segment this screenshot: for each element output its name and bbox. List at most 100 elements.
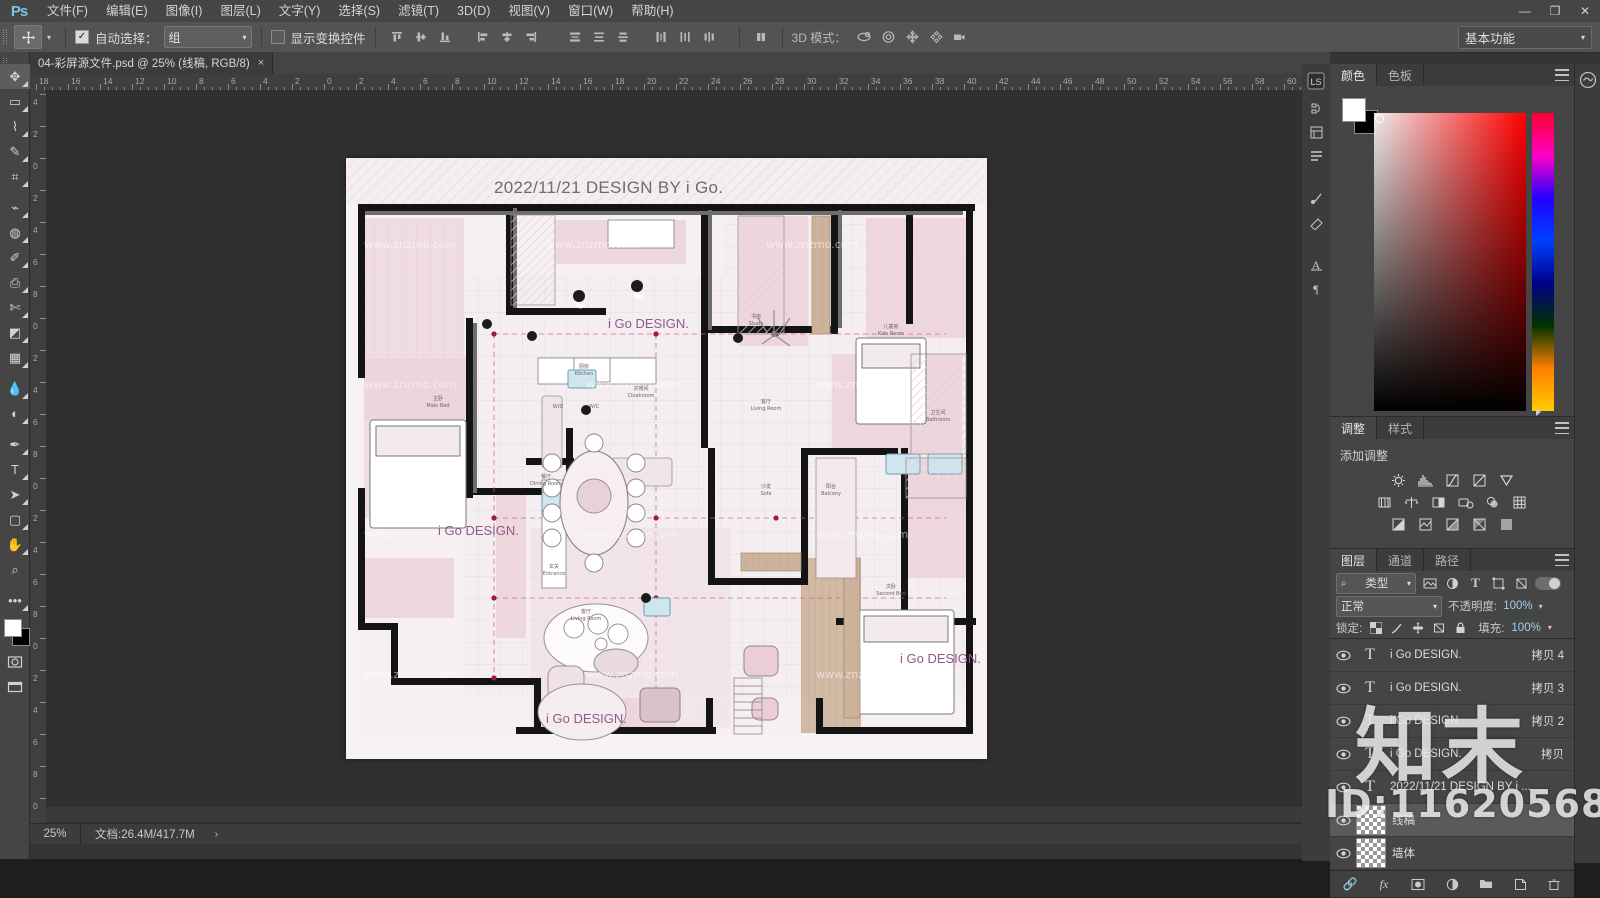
layer-row[interactable]: T 2022/11/21 DESIGN BY i ... [1330,771,1574,804]
document-canvas[interactable]: www.znzmo.com www.znzmo.com www.znzmo.co… [346,158,987,759]
layer-thumbnail[interactable]: T [1356,773,1384,801]
exposure-icon[interactable] [1470,472,1488,488]
menu-item-4[interactable]: 文字(Y) [270,0,330,22]
color-field-marker[interactable] [1375,114,1384,123]
hand-tool-icon[interactable]: ✋ [0,532,30,557]
menu-item-10[interactable]: 帮助(H) [622,0,682,22]
horizontal-type-tool-icon[interactable]: T [0,457,30,482]
history-brush-tool-icon[interactable]: ✄ [0,295,30,320]
color-panel-foreground-swatch[interactable] [1342,98,1366,122]
move-tool-icon[interactable] [14,25,42,49]
align-top-edges-icon[interactable] [386,26,408,48]
color-field[interactable] [1374,113,1526,411]
layer-name[interactable]: i Go DESIGN. [1390,649,1531,661]
new-group-icon[interactable] [1477,875,1495,893]
channel-mixer-icon[interactable] [1484,494,1502,510]
layer-visibility-icon[interactable] [1330,771,1356,803]
posterize-icon[interactable] [1416,516,1434,532]
levels-icon[interactable] [1416,472,1434,488]
tab-color[interactable]: 颜色 [1330,64,1378,86]
show-transform-checkbox[interactable]: ✓ [270,30,285,44]
layer-thumbnail[interactable]: T [1356,740,1384,768]
screen-mode-icon[interactable] [0,674,30,699]
menu-item-5[interactable]: 选择(S) [329,0,389,22]
character-icon[interactable]: A [1303,252,1329,276]
paragraph-icon[interactable]: ¶ [1303,276,1329,300]
color-swatches[interactable] [0,617,30,649]
dodge-tool-icon[interactable]: ◐ [0,401,30,426]
brush-settings-icon[interactable] [1303,186,1329,210]
layer-thumbnail[interactable]: T [1356,641,1384,669]
tab-paths[interactable]: 路径 [1424,549,1472,571]
menu-item-0[interactable]: 文件(F) [38,0,97,22]
info-icon[interactable] [1303,144,1329,168]
menu-item-1[interactable]: 编辑(E) [97,0,157,22]
layer-name[interactable]: 线稿 [1392,812,1564,828]
layer-visibility-icon[interactable] [1330,804,1356,836]
distribute-bottom-edges-icon[interactable] [612,26,634,48]
tab-layers[interactable]: 图层 [1330,549,1378,571]
tab-adjustments[interactable]: 调整 [1330,417,1378,439]
layer-visibility-icon[interactable] [1330,738,1356,770]
roll-3d-icon[interactable] [877,26,899,48]
foreground-color-swatch[interactable] [4,619,22,637]
maximize-button[interactable]: ❐ [1540,0,1570,22]
distribute-right-edges-icon[interactable] [698,26,720,48]
selective-color-icon[interactable] [1497,516,1515,532]
layer-thumbnail[interactable] [1356,805,1386,835]
tab-channels[interactable]: 通道 [1377,549,1425,571]
blend-mode-select[interactable]: 正常 ▾ [1336,595,1442,617]
color-lookup-icon[interactable] [1511,494,1529,510]
close-icon[interactable]: × [258,57,264,69]
layer-row[interactable]: Ti Go DESIGN. 拷贝 2 [1330,705,1574,738]
layer-visibility-icon[interactable] [1330,672,1356,704]
slide-3d-icon[interactable] [925,26,947,48]
menu-item-3[interactable]: 图层(L) [211,0,269,22]
eraser-tool-icon[interactable]: ◩ [0,320,30,345]
pen-tool-icon[interactable]: ✒ [0,432,30,457]
distribute-left-edges-icon[interactable] [650,26,672,48]
vertical-ruler[interactable]: 420246802468024680246802468024680 [30,90,47,823]
menu-item-7[interactable]: 3D(D) [448,0,499,22]
layer-name[interactable]: i Go DESIGN. [1390,715,1531,727]
photo-filter-icon[interactable] [1457,494,1475,510]
menu-item-2[interactable]: 图像(I) [157,0,212,22]
delete-layer-icon[interactable] [1545,875,1563,893]
lasso-tool-icon[interactable]: ⌇ [0,114,30,139]
swatches-icon[interactable] [1303,210,1329,234]
edit-toolbar-button-icon[interactable]: ••• [0,588,30,613]
fill-stepper-icon[interactable]: ▾ [1548,623,1552,632]
color-balance-icon[interactable] [1403,494,1421,510]
tab-styles[interactable]: 样式 [1377,417,1425,439]
menu-item-8[interactable]: 视图(V) [499,0,559,22]
layer-thumbnail[interactable]: T [1356,707,1384,735]
camera-3d-icon[interactable] [949,26,971,48]
panel-menu-icon[interactable] [1555,422,1569,434]
hue-saturation-icon[interactable] [1376,494,1394,510]
horizontal-ruler[interactable]: 18 16 14 12 10 8 6 4 2 0 2 4 6 8 10 12 14 16 18 20 22 24 26 28 3… [30,74,1330,91]
layer-mask-icon[interactable] [1409,875,1427,893]
minimize-button[interactable]: — [1510,0,1540,22]
distribute-horizontal-centers-icon[interactable] [674,26,696,48]
rectangle-tool-icon[interactable]: ▢ [0,507,30,532]
layer-name[interactable]: i Go DESIGN. [1390,748,1541,760]
layer-row[interactable]: 墙体 [1330,837,1574,870]
opacity-value[interactable]: 100% [1503,600,1532,612]
pan-3d-icon[interactable] [901,26,923,48]
gradient-map-icon[interactable] [1470,516,1488,532]
layer-row[interactable]: Ti Go DESIGN. 拷贝 3 [1330,672,1574,705]
color-panel-swatches[interactable] [1342,98,1378,134]
history-icon[interactable] [1303,96,1329,120]
crop-tool-icon[interactable]: ⌗ [0,164,30,189]
orbit-3d-icon[interactable] [853,26,875,48]
blur-tool-icon[interactable]: 💧 [0,376,30,401]
align-vertical-centers-icon[interactable] [410,26,432,48]
menu-item-6[interactable]: 滤镜(T) [389,0,448,22]
tab-swatches[interactable]: 色板 [1377,64,1425,86]
options-bar-grip[interactable] [0,22,10,52]
vibrance-icon[interactable] [1497,472,1515,488]
curves-icon[interactable] [1443,472,1461,488]
distribute-vertical-centers-icon[interactable] [588,26,610,48]
threshold-icon[interactable] [1443,516,1461,532]
canvas-hscrollbar[interactable] [46,807,1330,822]
